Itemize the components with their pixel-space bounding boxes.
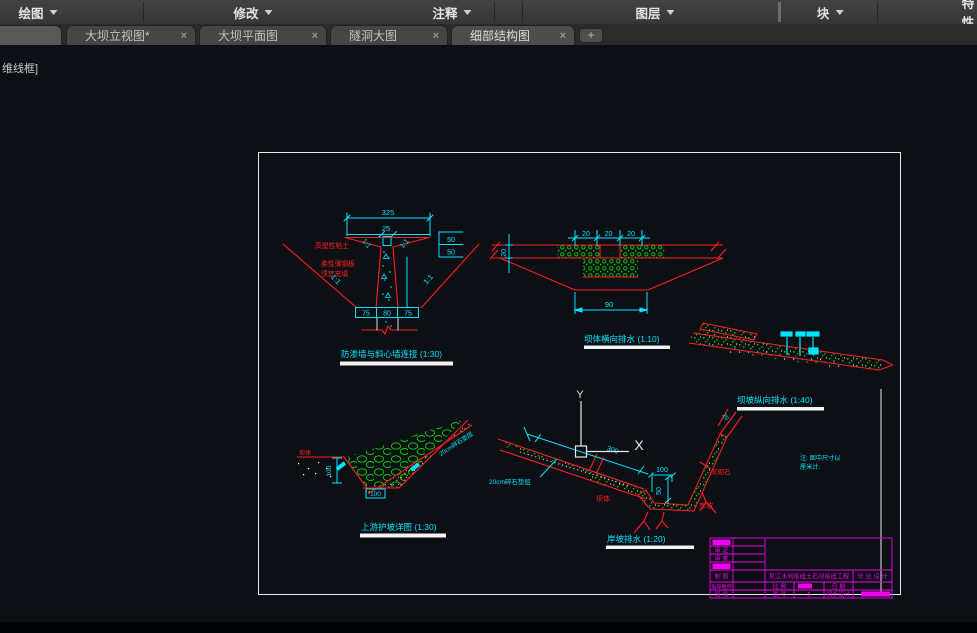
dim-75-right: 75 — [404, 311, 412, 318]
label-bank-slope: 岸坡 — [699, 501, 713, 510]
note-line-2: 厘米计. — [800, 463, 821, 471]
tb-project-name: 某江水利枢纽土石坝枢纽工程 — [769, 573, 849, 581]
tb-no-value: 5 — [807, 592, 811, 598]
slope-ratio: 1:1 — [399, 238, 411, 250]
title-block: 审 定 审 查 制 图 指导教师 班 级 某江水利枢纽土石坝枢纽工程 毕 业 设… — [709, 537, 893, 599]
label-board-1: 柔性薄钢板 — [321, 259, 355, 268]
detail-title: 防渗墙与斜心墙连接 (1:30) — [341, 349, 442, 359]
tb-review: 审 查 — [715, 555, 729, 563]
dim-100-vertical: 100 — [326, 465, 333, 476]
title-block-filled-cell — [861, 591, 890, 597]
tb-stage-label: 初步设计 — [826, 590, 850, 598]
tb-approve: 审 定 — [715, 547, 729, 555]
ucs-y-label: Y — [576, 389, 584, 401]
title-underline — [340, 361, 453, 366]
dim-20: 20 — [605, 231, 613, 238]
title-underline — [360, 533, 446, 538]
tb-draft: 制 图 — [715, 573, 729, 581]
detail-title: 岸坡排水 (1:20) — [607, 534, 666, 544]
slope-ratio: 1:1 — [421, 272, 435, 286]
tb-scale-label: 比 例 — [773, 583, 787, 591]
tb-no-label: 图 号 — [773, 591, 787, 598]
dim-100: 100 — [656, 467, 668, 474]
title-block-filled-cell — [712, 539, 731, 545]
label-board-2: 须宜充填 — [321, 269, 348, 278]
dim-20: 20 — [627, 231, 635, 238]
detail-title: 上游护坡详图 (1:30) — [361, 522, 437, 532]
title-block-filled-cell — [798, 583, 812, 589]
dim-90: 90 — [605, 300, 613, 309]
dim-25: 25 — [382, 224, 390, 233]
title-underline — [737, 407, 824, 411]
dim-20: 20 — [720, 413, 729, 422]
dim-300: 300 — [606, 445, 619, 455]
dim-75-left: 75 — [362, 311, 370, 318]
label-dam-body: 坝体 — [596, 494, 610, 503]
detail-title: 坝坡纵向排水 (1:40) — [737, 395, 813, 405]
dim-325: 325 — [382, 208, 395, 217]
detail-bank-drain: 300 100 50 20 20cm碎石垫层 坝体 浆砌石 岸坡 岸坡排水 (1… — [489, 408, 743, 549]
label-masonry: 浆砌石 — [711, 467, 731, 476]
detail-title: 坝体横向排水 (1:10) — [584, 334, 660, 344]
label-bedding: 20cm碎石垫层 — [489, 477, 531, 486]
detail-upstream-slope: 100 100 20cm碎石垫层 坝体 上游护坡详图 (1:30) — [297, 419, 475, 538]
dim-20-vertical: 20 — [501, 249, 508, 257]
slope-ratio: 1:1 — [360, 238, 372, 250]
tb-class: 班 级 — [715, 590, 729, 598]
title-block-filled-cell — [712, 563, 731, 569]
dim-50: 50 — [656, 487, 663, 495]
cad-application-window: 绘图 修改 注释 图层 块 特性 大坝立视图* × 大坝平面图 × 隧洞大图 ×… — [0, 0, 977, 633]
dim-20: 20 — [582, 231, 590, 238]
detail-transverse-drain: 20 20 20 20 90 坝体横向排水 (1:10) — [489, 230, 727, 349]
dim-50-upper: 50 — [447, 237, 455, 244]
status-strip — [0, 622, 977, 633]
label-clay: 高塑性粘土 — [315, 241, 349, 250]
dim-80: 80 — [383, 311, 391, 318]
title-underline — [606, 545, 694, 549]
note-line-1: 注: 图中尺寸以 — [800, 454, 841, 462]
sheet-border — [258, 152, 901, 595]
dim-50-lower: 50 — [447, 250, 455, 257]
detail-cutoff-wall-connection: 325 25 50 50 75 80 75 1:1 1:1 1:1 1:1 高塑… — [282, 208, 480, 366]
tb-date-label: 日 期 — [832, 583, 846, 591]
model-space-canvas[interactable]: 325 25 50 50 75 80 75 1:1 1:1 1:1 1:1 高塑… — [0, 0, 977, 633]
title-underline — [584, 345, 670, 349]
dim-100-horizontal: 100 — [370, 491, 381, 498]
tb-design-type: 毕 业 设 计 — [858, 573, 888, 581]
ucs-x-label: X — [634, 437, 644, 453]
label-dam-body: 坝体 — [299, 449, 311, 457]
tb-advisor: 指导教师 — [711, 583, 732, 591]
